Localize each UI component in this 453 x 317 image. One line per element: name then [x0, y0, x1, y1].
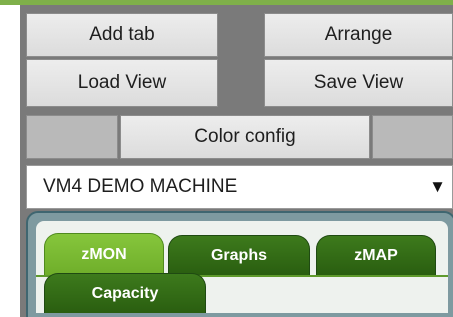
tab-zmap[interactable]: zMAP — [316, 235, 436, 275]
load-view-label: Load View — [77, 72, 167, 93]
tab-zmon[interactable]: zMON — [44, 233, 164, 275]
save-view-button[interactable]: Save View — [264, 59, 453, 107]
tab-graphs[interactable]: Graphs — [168, 235, 310, 275]
load-view-button[interactable]: Load View — [26, 59, 218, 107]
machine-select[interactable]: VM4 DEMO MACHINE ▼ — [26, 165, 453, 209]
tab-label: zMAP — [354, 246, 398, 264]
tab-label: Capacity — [91, 284, 159, 302]
tab-label: Graphs — [210, 246, 267, 264]
tab-bar: zMON Graphs zMAP Capacity — [36, 221, 448, 313]
toolbar-spacer-right — [372, 115, 453, 159]
tab-label: zMON — [81, 245, 127, 263]
arrange-button[interactable]: Arrange — [264, 13, 453, 57]
toolbar-spacer-left — [26, 115, 118, 159]
arrange-label: Arrange — [324, 24, 393, 45]
save-view-label: Save View — [313, 72, 404, 93]
color-config-label: Color config — [194, 126, 296, 147]
color-config-button[interactable]: Color config — [120, 115, 370, 159]
machine-select-value: VM4 DEMO MACHINE — [43, 176, 238, 197]
triangle-down-icon: ▼ — [429, 177, 446, 196]
tab-bar-frame: zMON Graphs zMAP Capacity — [26, 211, 453, 317]
control-panel: Add tab Arrange Load View Save View Colo… — [20, 5, 453, 317]
add-tab-label: Add tab — [89, 24, 155, 45]
tab-capacity[interactable]: Capacity — [44, 273, 206, 313]
add-tab-button[interactable]: Add tab — [26, 13, 218, 57]
left-margin — [0, 5, 20, 317]
page: Add tab Arrange Load View Save View Colo… — [0, 0, 453, 317]
